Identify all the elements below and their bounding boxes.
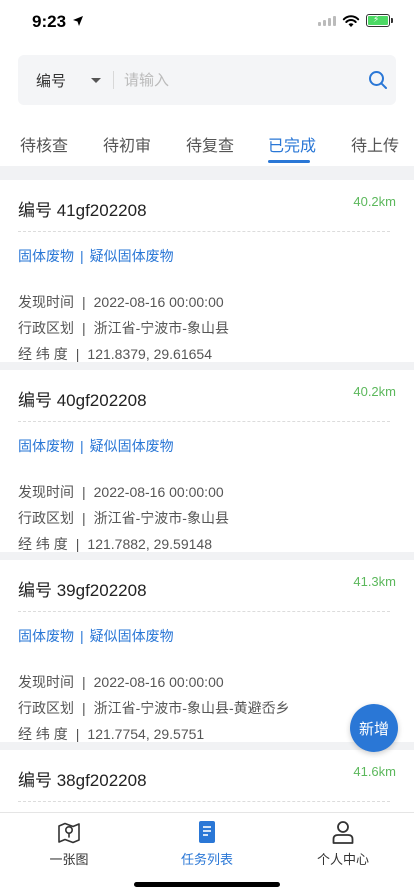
task-distance: 41.6km [353, 764, 396, 779]
row-separator: | [82, 294, 86, 310]
region-label: 行政区划 [18, 510, 74, 526]
nav-label-task-list: 任务列表 [180, 852, 233, 867]
task-card[interactable]: 编号 40gf202208 40.2km 固体废物 | 疑似固体废物 发现时间 | 20… [0, 370, 414, 552]
nav-item-profile[interactable]: 个人中心 [298, 819, 388, 868]
task-card[interactable]: 编号 38gf202208 41.6km [0, 750, 414, 812]
task-subcategory: 疑似固体废物 [89, 438, 174, 454]
coordinate-label: 经 纬 度 [18, 726, 68, 742]
task-subcategory: 疑似固体废物 [89, 628, 174, 644]
status-tabs: 待核查 待初审 待复查 已完成 待上传 [0, 126, 414, 166]
cellular-signal-icon [318, 16, 336, 26]
active-tab-indicator [268, 160, 310, 163]
nav-label-map: 一张图 [49, 852, 89, 867]
coordinate-row: 经 纬 度 | 121.8379, 29.61654 [18, 344, 212, 364]
row-separator: | [82, 510, 86, 526]
search-input[interactable] [124, 67, 344, 93]
row-separator: | [82, 674, 86, 690]
tab-re-check[interactable]: 待复查 [186, 132, 234, 156]
region-value: 浙江省-宁波市-象山县-黄避岙乡 [93, 700, 290, 716]
region-row: 行政区划 | 浙江省-宁波市-象山县-黄避岙乡 [18, 698, 290, 718]
discovery-time-row: 发现时间 | 2022-08-16 00:00:00 [18, 672, 224, 692]
search-icon[interactable] [368, 70, 388, 90]
discovery-time-row: 发现时间 | 2022-08-16 00:00:00 [18, 292, 224, 312]
task-subcategory: 疑似固体废物 [89, 248, 174, 264]
region-label: 行政区划 [18, 700, 74, 716]
coordinate-value: 121.7882, 29.59148 [87, 536, 212, 552]
region-label: 行政区划 [18, 320, 74, 336]
row-separator: | [75, 536, 80, 552]
tag-separator: | [80, 248, 84, 264]
discovery-time-value: 2022-08-16 00:00:00 [93, 484, 224, 500]
tag-separator: | [80, 438, 84, 454]
task-tags: 固体废物 | 疑似固体废物 [18, 436, 174, 456]
battery-icon: ⚡ [366, 14, 393, 27]
discovery-time-value: 2022-08-16 00:00:00 [93, 674, 224, 690]
card-divider [18, 421, 390, 422]
coordinate-label: 经 纬 度 [18, 346, 68, 362]
user-icon [332, 821, 354, 844]
search-bar: 编号 [18, 55, 396, 105]
card-divider [18, 801, 390, 802]
task-code: 编号 39gf202208 [18, 581, 147, 600]
region-value: 浙江省-宁波市-象山县 [93, 320, 229, 336]
nav-item-task-list[interactable]: 任务列表 [162, 819, 252, 868]
discovery-time-row: 发现时间 | 2022-08-16 00:00:00 [18, 482, 224, 502]
task-code: 编号 38gf202208 [18, 771, 147, 790]
task-list: 编号 41gf202208 40.2km 固体废物 | 疑似固体废物 发现时间 | 20… [0, 166, 414, 812]
task-code: 编号 40gf202208 [18, 391, 147, 410]
tag-separator: | [80, 628, 84, 644]
task-code: 编号 41gf202208 [18, 201, 147, 220]
task-tags: 固体废物 | 疑似固体废物 [18, 246, 174, 266]
row-separator: | [75, 726, 80, 742]
task-distance: 40.2km [353, 384, 396, 399]
task-distance: 40.2km [353, 194, 396, 209]
home-indicator [134, 882, 280, 887]
coordinate-label: 经 纬 度 [18, 536, 68, 552]
status-bar: 9:23 ⚡ [0, 0, 414, 44]
coordinate-row: 经 纬 度 | 121.7754, 29.5751 [18, 724, 204, 744]
coordinate-row: 经 纬 度 | 121.7882, 29.59148 [18, 534, 212, 554]
nav-item-map[interactable]: 一张图 [24, 819, 114, 868]
coordinate-value: 121.8379, 29.61654 [87, 346, 212, 362]
search-divider [113, 71, 114, 89]
row-separator: | [82, 484, 86, 500]
card-divider [18, 231, 390, 232]
task-distance: 41.3km [353, 574, 396, 589]
region-value: 浙江省-宁波市-象山县 [93, 510, 229, 526]
coordinate-value: 121.7754, 29.5751 [87, 726, 205, 742]
card-divider [18, 611, 390, 612]
nav-label-profile: 个人中心 [316, 852, 369, 867]
search-type-select[interactable]: 编号 [36, 70, 66, 91]
add-task-button[interactable]: 新增 [350, 704, 398, 752]
discovery-time-label: 发现时间 [18, 674, 74, 690]
region-row: 行政区划 | 浙江省-宁波市-象山县 [18, 318, 229, 338]
document-icon [199, 821, 215, 843]
status-time: 9:23 [32, 12, 67, 31]
discovery-time-label: 发现时间 [18, 294, 74, 310]
row-separator: | [82, 320, 86, 336]
location-arrow-icon [73, 16, 83, 26]
task-card[interactable]: 编号 41gf202208 40.2km 固体废物 | 疑似固体废物 发现时间 | 20… [0, 180, 414, 362]
task-category: 固体废物 [18, 438, 74, 454]
task-tags: 固体废物 | 疑似固体废物 [18, 626, 174, 646]
task-card[interactable]: 编号 39gf202208 41.3km 固体废物 | 疑似固体废物 发现时间 | 20… [0, 560, 414, 742]
map-icon [58, 822, 80, 844]
chevron-down-icon[interactable] [91, 78, 101, 83]
discovery-time-value: 2022-08-16 00:00:00 [93, 294, 224, 310]
row-separator: | [75, 346, 80, 362]
tab-pending-check[interactable]: 待核查 [20, 132, 68, 156]
tab-first-review[interactable]: 待初审 [103, 132, 151, 156]
tab-pending-upload[interactable]: 待上传 [351, 132, 399, 156]
task-category: 固体废物 [18, 628, 74, 644]
discovery-time-label: 发现时间 [18, 484, 74, 500]
region-row: 行政区划 | 浙江省-宁波市-象山县 [18, 508, 229, 528]
task-category: 固体废物 [18, 248, 74, 264]
wifi-icon [342, 15, 360, 27]
row-separator: | [82, 700, 86, 716]
tab-completed[interactable]: 已完成 [268, 132, 316, 156]
